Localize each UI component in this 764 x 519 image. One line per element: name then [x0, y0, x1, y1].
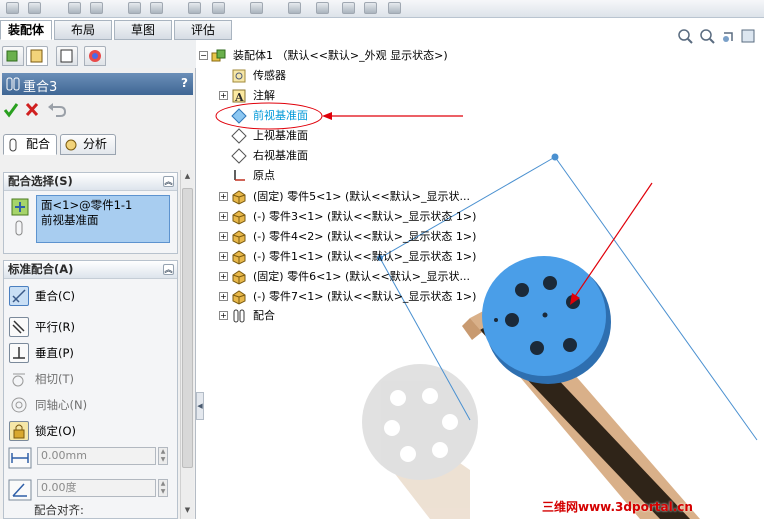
- mate-alignment-label: 配合对齐:: [34, 503, 84, 517]
- watermark: 三维网www.3dportal.cn: [542, 500, 693, 514]
- mate-icon: [6, 77, 20, 91]
- perpendicular-icon: [9, 343, 29, 363]
- part-icon: [232, 210, 246, 225]
- analysis-icon: [65, 139, 77, 151]
- ok-button[interactable]: [3, 103, 19, 118]
- angle-spinner[interactable]: ▲ ▼: [158, 479, 168, 497]
- selection-icons: [11, 198, 29, 236]
- plane-handle: [551, 153, 559, 161]
- configuration-icon: [60, 49, 73, 63]
- expand-toggle[interactable]: +: [219, 272, 228, 281]
- previous-view-icon[interactable]: [723, 32, 733, 42]
- section-view-icon[interactable]: [741, 29, 755, 43]
- angle-input[interactable]: 0.00度: [37, 479, 156, 497]
- annotation-icon: A: [232, 89, 246, 104]
- view-toolbar: [676, 27, 762, 45]
- disc-part: [482, 256, 611, 384]
- expand-toggle[interactable]: +: [219, 91, 228, 100]
- feature-tree-icon: [6, 50, 18, 62]
- part-icon: [232, 270, 246, 285]
- distance-spinner[interactable]: ▲ ▼: [158, 447, 168, 465]
- expand-toggle[interactable]: +: [219, 232, 228, 241]
- tab-analysis[interactable]: 分析: [60, 134, 116, 155]
- configuration-manager-tab[interactable]: [56, 46, 78, 66]
- manager-tabs: [0, 40, 196, 68]
- expand-toggle[interactable]: +: [219, 292, 228, 301]
- property-manager-tab[interactable]: [26, 46, 48, 66]
- help-button[interactable]: ?: [181, 76, 188, 90]
- distance-input[interactable]: 0.00mm: [37, 447, 156, 465]
- scroll-thumb[interactable]: [182, 188, 193, 468]
- mate-selection-list[interactable]: 面<1>@零件1-1 前视基准面: [36, 195, 170, 243]
- paperclip-icon: [15, 220, 23, 236]
- part-icon: [232, 190, 246, 205]
- solidworks-window: 装配体 布局 草图 评估 − 装配体1 （默认<<默认>_外观 显示状态>) 传…: [0, 0, 764, 519]
- origin-icon: [234, 170, 245, 181]
- tangent-icon: [9, 369, 29, 389]
- distance-icon: [8, 447, 32, 469]
- feature-manager-tab[interactable]: [2, 46, 24, 66]
- group-header[interactable]: 配合选择(S) ︽: [4, 173, 177, 191]
- paperclip-icon: [9, 138, 17, 152]
- property-manager: 重合3 ? 配合 分析 配合选择(S) ︽ 面<1>@零件1-1 前视基准面 标…: [0, 40, 196, 519]
- panel-splitter[interactable]: ◀: [196, 392, 204, 420]
- appearance-icon: [89, 50, 101, 62]
- coincident-icon: [9, 286, 29, 306]
- undo-button[interactable]: [48, 103, 67, 117]
- entity-selection-icon: [11, 198, 29, 216]
- expand-toggle[interactable]: +: [219, 252, 228, 261]
- part-icon: [232, 230, 246, 245]
- lock-icon: [9, 421, 29, 441]
- concentric-icon: [9, 395, 29, 415]
- mate-selection-group: 配合选择(S) ︽ 面<1>@零件1-1 前视基准面: [3, 172, 178, 254]
- plane-icon: [231, 108, 247, 124]
- property-icon: [30, 49, 43, 63]
- zoom-fit-icon[interactable]: [678, 29, 693, 44]
- feature-title-bar: 重合3 ?: [2, 73, 193, 95]
- expand-toggle[interactable]: +: [219, 192, 228, 201]
- collapse-chevron-icon[interactable]: ︽: [163, 264, 174, 275]
- mates-icon: [233, 309, 245, 323]
- display-manager-tab[interactable]: [84, 46, 106, 66]
- standard-mates-group: 标准配合(A) ︽ 重合(C) 平行(R) 垂直(P) 相切(T) 同轴心(N)…: [3, 260, 178, 519]
- collapse-chevron-icon[interactable]: ︽: [163, 176, 174, 187]
- part-icon: [232, 250, 246, 265]
- expand-toggle[interactable]: +: [219, 212, 228, 221]
- assembly-icon: [211, 49, 226, 62]
- selection-item[interactable]: 前视基准面: [41, 213, 165, 228]
- cancel-button[interactable]: [25, 102, 39, 117]
- angle-icon: [8, 479, 32, 501]
- mate-subtabs: 配合 分析: [0, 134, 196, 156]
- svg-text:A: A: [234, 91, 244, 104]
- tab-mates[interactable]: 配合: [3, 134, 57, 155]
- plane-icon: [231, 128, 247, 144]
- parallel-icon: [9, 317, 29, 337]
- expand-toggle[interactable]: +: [219, 311, 228, 320]
- scroll-down-icon[interactable]: ▼: [182, 506, 193, 517]
- scroll-up-icon[interactable]: ▲: [182, 172, 193, 183]
- action-row: [2, 100, 82, 120]
- plane-icon: [231, 148, 247, 164]
- selection-item[interactable]: 面<1>@零件1-1: [41, 198, 165, 213]
- sensor-icon: [232, 69, 246, 83]
- collapse-toggle[interactable]: −: [199, 51, 208, 60]
- part-icon: [232, 290, 246, 305]
- ghost-part: [362, 364, 478, 519]
- group-header[interactable]: 标准配合(A) ︽: [4, 261, 177, 279]
- panel-scrollbar[interactable]: ▲ ▼: [180, 170, 194, 519]
- zoom-area-icon[interactable]: [700, 29, 715, 44]
